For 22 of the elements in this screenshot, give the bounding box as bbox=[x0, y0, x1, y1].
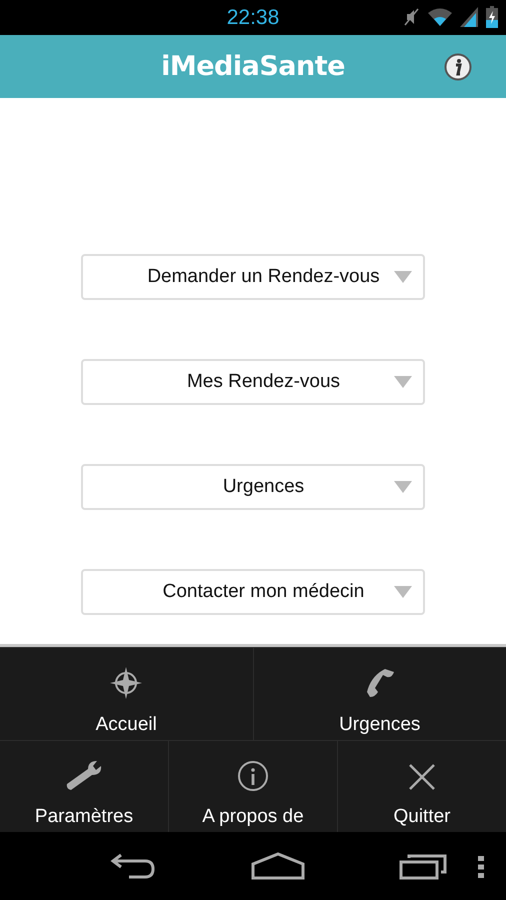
caret-icon bbox=[394, 586, 412, 598]
info-icon bbox=[237, 760, 269, 792]
signal-icon bbox=[460, 7, 478, 27]
battery-icon bbox=[486, 6, 498, 28]
dropdown-button[interactable]: Demander un Rendez-vous bbox=[81, 254, 425, 300]
dropdown-button[interactable]: Urgences bbox=[81, 464, 425, 510]
dropdown-button[interactable]: Contacter mon médecin bbox=[81, 569, 425, 615]
caret-icon bbox=[394, 376, 412, 388]
caret-icon bbox=[394, 271, 412, 283]
dropdown-button[interactable]: Mes Rendez-vous bbox=[81, 359, 425, 405]
compass-icon bbox=[109, 666, 144, 700]
overflow-menu-icon[interactable] bbox=[478, 856, 484, 878]
home-icon[interactable] bbox=[251, 852, 305, 880]
caret-icon bbox=[394, 481, 412, 493]
wrench-icon bbox=[64, 758, 104, 792]
close-icon bbox=[407, 762, 437, 792]
app-title: iMediaSante bbox=[161, 51, 345, 82]
wifi-icon bbox=[428, 8, 452, 26]
info-icon[interactable] bbox=[444, 53, 472, 81]
mute-icon bbox=[404, 7, 420, 27]
recent-apps-icon[interactable] bbox=[399, 852, 449, 880]
clock: 22:38 bbox=[226, 6, 280, 30]
